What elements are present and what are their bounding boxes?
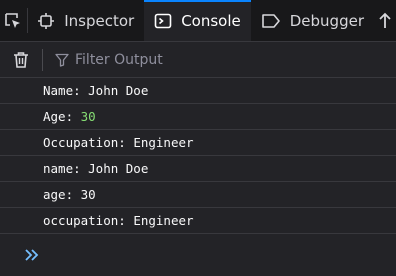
tab-inspector[interactable]: Inspector xyxy=(27,0,144,41)
console-message: Age: 30 xyxy=(0,104,396,130)
debugger-icon xyxy=(261,13,280,28)
tab-network-partial[interactable] xyxy=(374,0,396,41)
console-message: name: John Doe xyxy=(0,156,396,182)
element-picker-button[interactable] xyxy=(0,0,27,41)
clear-console-button[interactable] xyxy=(0,51,42,69)
message-value: John Doe xyxy=(88,83,149,98)
devtools-tabbar: Inspector Console Debugger xyxy=(0,0,396,42)
trash-icon xyxy=(14,51,28,68)
network-arrows-icon xyxy=(379,12,391,28)
filter-icon xyxy=(55,53,69,67)
filter-output-input[interactable] xyxy=(75,51,375,68)
tab-label: Debugger xyxy=(289,11,364,30)
tab-debugger[interactable]: Debugger xyxy=(251,0,374,41)
prompt-chevron-icon xyxy=(25,249,39,261)
tab-console[interactable]: Console xyxy=(144,0,251,41)
console-message: age: 30 xyxy=(0,182,396,208)
message-value: Engineer xyxy=(133,135,194,150)
tab-label: Inspector xyxy=(64,11,135,30)
tab-label: Console xyxy=(181,11,241,30)
message-value: 30 xyxy=(80,187,96,202)
message-value: John Doe xyxy=(88,161,149,176)
inspector-icon xyxy=(38,12,55,29)
console-message: Name: John Doe xyxy=(0,78,396,104)
console-message: Occupation: Engineer xyxy=(0,130,396,156)
console-toolbar xyxy=(0,42,396,78)
console-input-row[interactable] xyxy=(0,234,396,276)
console-messages: Name: John Doe Age: 30 Occupation: Engin… xyxy=(0,78,396,234)
console-message: occupation: Engineer xyxy=(0,208,396,234)
console-icon xyxy=(154,13,172,28)
filter-container xyxy=(43,51,375,68)
message-value: Engineer xyxy=(133,213,194,228)
element-picker-icon xyxy=(5,12,21,28)
message-number-value: 30 xyxy=(80,109,96,124)
